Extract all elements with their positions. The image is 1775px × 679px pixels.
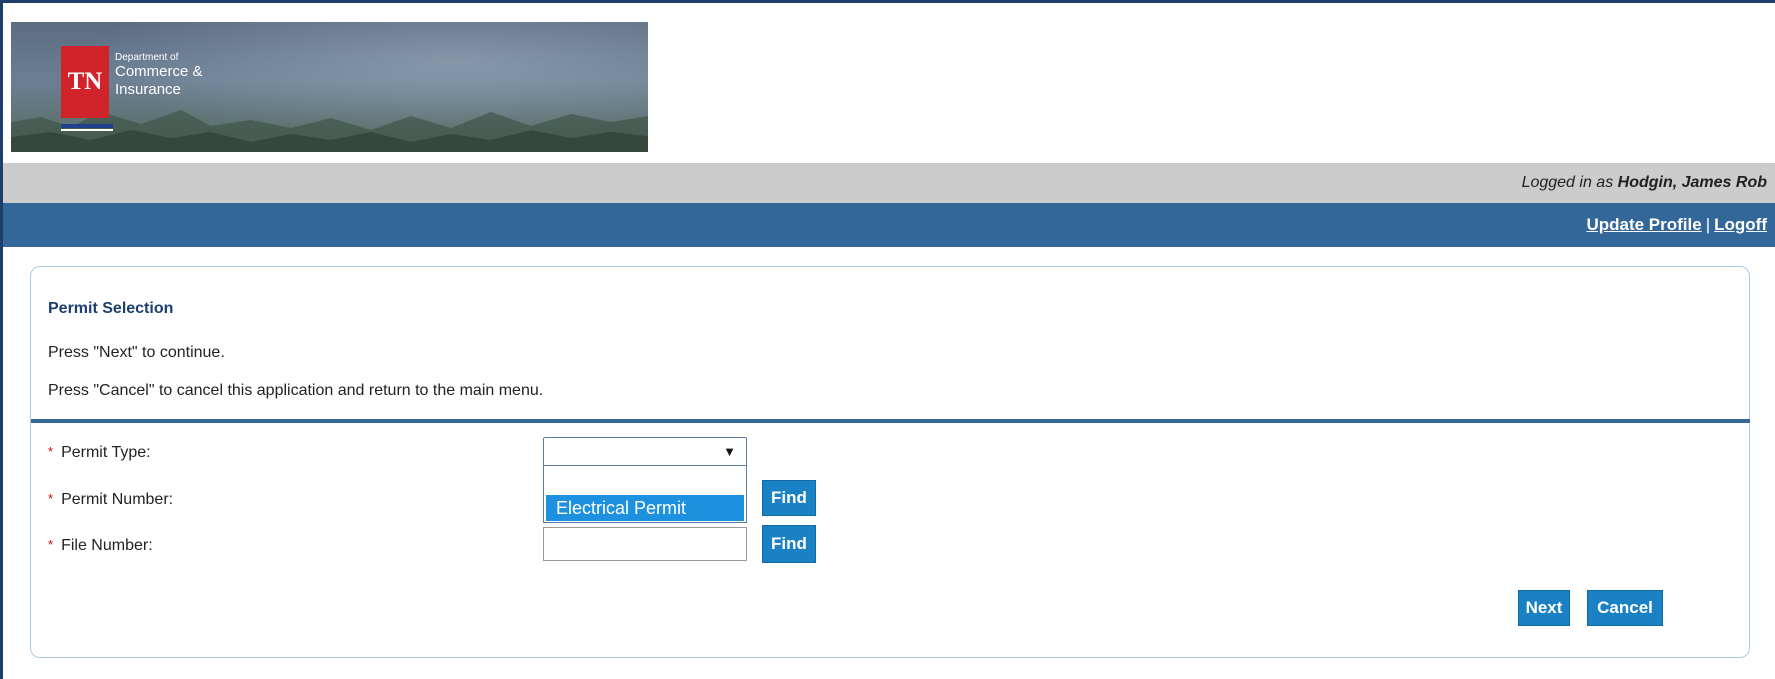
permit-type-select[interactable]: ▼ xyxy=(543,437,747,467)
page-title: Permit Selection xyxy=(48,300,174,317)
file-number-label: File Number: xyxy=(61,537,153,554)
logo-text-line3: Insurance xyxy=(115,81,181,98)
logo-underline-blue xyxy=(61,124,113,128)
permit-number-label-row: * Permit Number: xyxy=(48,491,173,509)
section-divider xyxy=(31,419,1750,423)
update-profile-link[interactable]: Update Profile xyxy=(1586,215,1701,234)
window-frame-left xyxy=(0,0,3,679)
logoff-link[interactable]: Logoff xyxy=(1714,215,1767,234)
nav-separator: | xyxy=(1705,215,1711,234)
login-status-prefix: Logged in as xyxy=(1521,174,1618,191)
permit-type-label-row: * Permit Type: xyxy=(48,444,151,462)
tn-logo-mark: TN xyxy=(61,46,109,118)
find-file-number-button[interactable]: Find xyxy=(762,525,816,563)
instruction-cancel: Press "Cancel" to cancel this applicatio… xyxy=(48,382,544,399)
required-asterisk-icon: * xyxy=(48,537,54,552)
chevron-down-icon: ▼ xyxy=(723,444,736,459)
file-number-input[interactable] xyxy=(543,527,747,561)
logged-in-user-name: Hodgin, James Rob xyxy=(1617,174,1767,191)
logo-text-line1: Department of xyxy=(115,52,179,63)
permit-type-option-electrical[interactable]: Electrical Permit xyxy=(546,495,744,521)
permit-selection-panel: Permit Selection Press "Next" to continu… xyxy=(30,266,1750,658)
login-status-bar: Logged in as Hodgin, James Rob xyxy=(3,163,1775,203)
cancel-button[interactable]: Cancel xyxy=(1587,590,1663,626)
department-logo-text: Department of Commerce & Insurance xyxy=(115,52,203,99)
file-number-label-row: * File Number: xyxy=(48,537,153,555)
logo-text-line2: Commerce & xyxy=(115,63,203,80)
required-asterisk-icon: * xyxy=(48,491,54,506)
next-button[interactable]: Next xyxy=(1518,590,1570,626)
top-nav-bar: Update Profile | Logoff xyxy=(3,203,1775,247)
permit-number-label: Permit Number: xyxy=(61,491,174,508)
header-banner: TN Department of Commerce & Insurance xyxy=(11,22,648,152)
logo-underline-white xyxy=(61,129,113,131)
permit-type-label: Permit Type: xyxy=(61,444,151,461)
window-frame-top xyxy=(0,0,1775,3)
permit-type-dropdown-list: Electrical Permit xyxy=(543,465,747,523)
find-permit-number-button[interactable]: Find xyxy=(762,480,816,516)
permit-type-option-blank[interactable] xyxy=(544,466,746,494)
required-asterisk-icon: * xyxy=(48,444,54,459)
instruction-next: Press "Next" to continue. xyxy=(48,344,225,361)
